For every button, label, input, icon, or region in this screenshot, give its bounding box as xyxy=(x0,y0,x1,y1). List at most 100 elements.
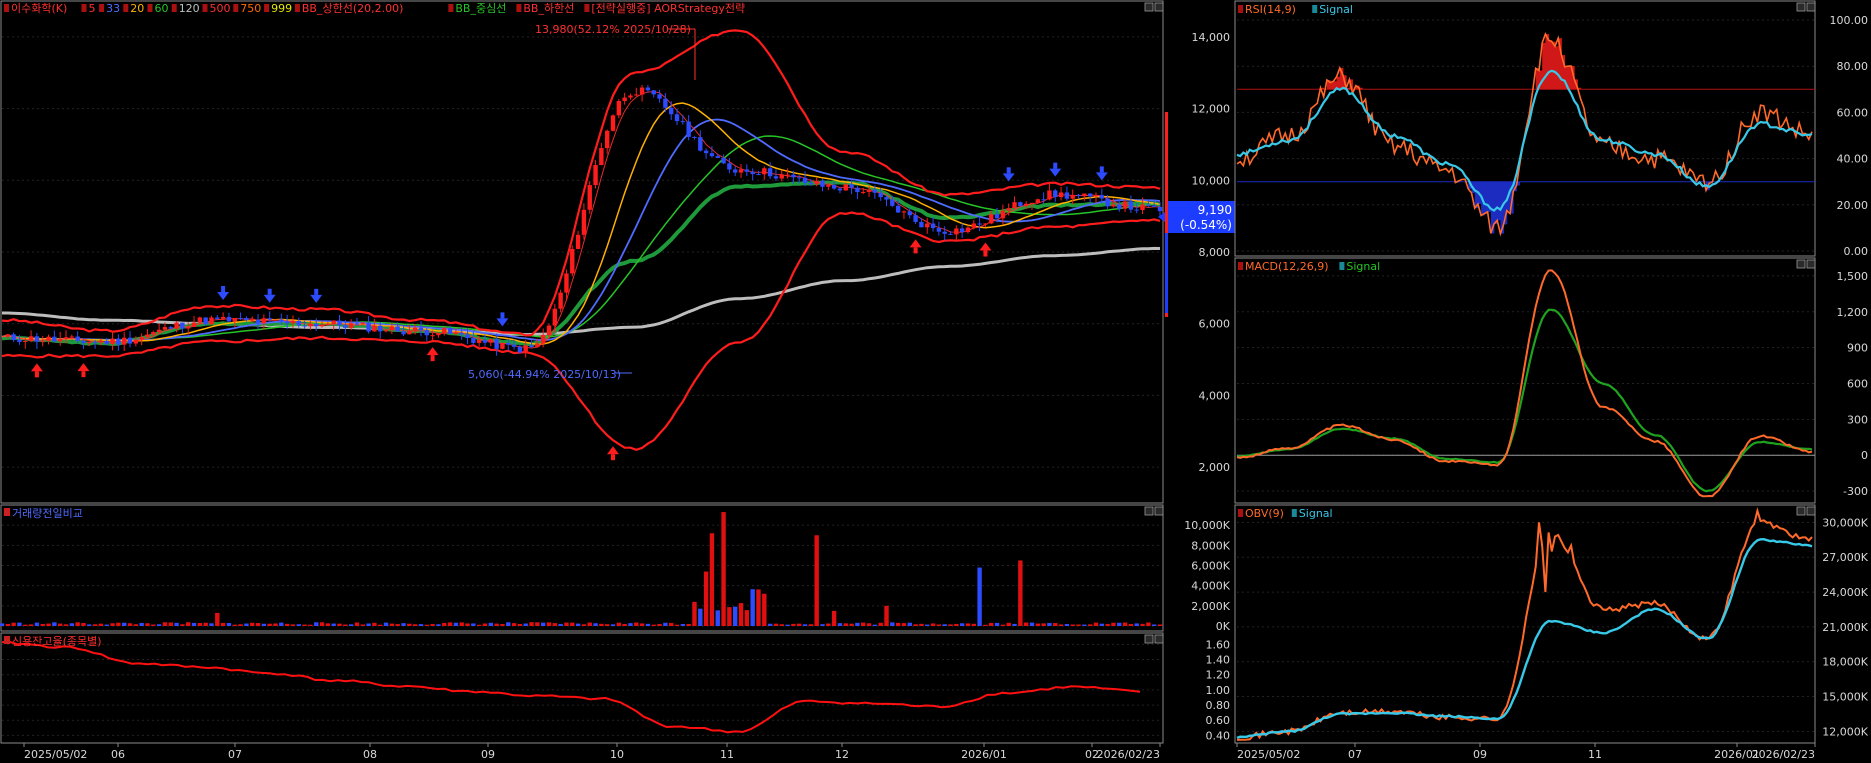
candle-body xyxy=(948,233,953,235)
candle-body xyxy=(750,171,755,175)
x-tick-label: 2026/02/23 xyxy=(1752,748,1815,761)
candle-body xyxy=(930,223,936,229)
volume-pane[interactable]: 거래량전일비교 xyxy=(0,504,1164,632)
volume-bar xyxy=(337,623,342,626)
volume-bar xyxy=(971,623,976,626)
volume-bar xyxy=(279,622,284,626)
candle-body xyxy=(81,340,86,344)
rsi-overbought-fill xyxy=(1542,42,1546,90)
stock-chart-canvas[interactable]: 13,980(52.12% 2025/10/28) 5,060(-44.94% … xyxy=(0,0,1871,763)
price-pane[interactable]: 13,980(52.12% 2025/10/28) 5,060(-44.94% … xyxy=(0,0,1164,504)
y-tick-label: 60.00 xyxy=(1837,106,1869,119)
rsi-legend: RSI(14,9) Signal xyxy=(1238,3,1353,16)
legend-item: BB_하한선 xyxy=(523,1,574,15)
volume-bar xyxy=(814,535,819,626)
candle-body xyxy=(139,337,144,340)
credit-legend: 신용잔고율(종목별) xyxy=(4,635,102,648)
candle-body xyxy=(890,199,895,206)
candle-body xyxy=(1146,204,1151,206)
volume-bar xyxy=(1035,623,1040,626)
candle-body xyxy=(308,323,313,327)
y-tick-label: 0 xyxy=(1861,449,1868,462)
volume-bar xyxy=(191,622,197,626)
legend-item: OBV(9) xyxy=(1245,507,1284,520)
volume-bar xyxy=(436,624,441,626)
candle-body xyxy=(418,327,424,331)
candle-body xyxy=(855,187,860,193)
volume-bar xyxy=(75,622,80,626)
candle-body xyxy=(901,211,907,213)
candle-body xyxy=(733,169,738,173)
y-tick-label: 1.20 xyxy=(1206,669,1231,682)
y-tick-label: 300 xyxy=(1847,413,1868,426)
volume-bar xyxy=(849,623,854,626)
credit-y-axis: 1.60 1.40 1.20 1.00 0.80 0.60 0.40 xyxy=(1206,638,1231,742)
volume-bar xyxy=(767,623,773,626)
legend-item: 750 xyxy=(240,2,261,15)
y-tick-label: 8,000 xyxy=(1199,246,1231,259)
obv-pane[interactable]: OBV(9) Signal xyxy=(1234,504,1816,744)
volume-bar xyxy=(733,606,738,626)
volume-bar xyxy=(116,622,121,626)
buy-arrow-stem xyxy=(983,250,988,257)
buy-arrow-stem xyxy=(611,454,616,461)
credit-pane[interactable]: 신용잔고율(종목별) xyxy=(0,632,1164,744)
candle-body xyxy=(709,153,715,157)
volume-bar xyxy=(104,624,109,626)
candle-body xyxy=(820,180,825,187)
volume-bar xyxy=(331,623,336,626)
candle-body xyxy=(116,338,121,345)
candle-body xyxy=(284,321,290,324)
volume-bar xyxy=(1006,622,1011,626)
macd-pane[interactable]: MACD(12,26,9) Signal xyxy=(1234,257,1816,504)
candle-body xyxy=(52,336,57,342)
legend-swatch xyxy=(1291,509,1297,517)
volume-y-axis: 10,000K 8,000K 6,000K 4,000K 2,000K 0K xyxy=(1184,519,1230,633)
candle-body xyxy=(482,339,488,343)
legend-swatch xyxy=(233,4,239,12)
candle-body xyxy=(436,333,441,336)
buy-arrow-stem xyxy=(913,247,918,254)
y-tick-label: 4,000K xyxy=(1191,580,1230,593)
legend-item: 20 xyxy=(130,2,144,15)
candle-body xyxy=(162,327,168,330)
volume-bar xyxy=(325,623,331,626)
legend-swatch xyxy=(147,4,153,12)
buy-arrow-stem xyxy=(430,355,435,362)
volume-bar xyxy=(692,601,697,626)
volume-bar xyxy=(372,622,377,626)
candle-body xyxy=(703,150,709,154)
rsi-pane[interactable]: RSI(14,9) Signal xyxy=(1234,0,1816,257)
x-tick-label: 2026/02/23 xyxy=(1097,748,1160,761)
candle-body xyxy=(802,177,808,183)
candle-body xyxy=(866,189,872,192)
candle-body xyxy=(92,341,98,343)
volume-bar xyxy=(110,623,115,626)
y-tick-label: 1.00 xyxy=(1206,684,1231,697)
x-tick-label: 2025/05/02 xyxy=(24,748,87,761)
candle-body xyxy=(575,234,581,249)
candle-body xyxy=(424,330,429,336)
volume-bar xyxy=(610,624,616,626)
candle-body xyxy=(884,197,889,200)
candle-body xyxy=(273,319,278,321)
candle-body xyxy=(168,327,173,329)
candle-body xyxy=(337,320,342,326)
current-change: (-0.54%) xyxy=(1180,218,1232,232)
rsi-oversold-fill xyxy=(1484,181,1488,214)
y-tick-label: 14,000 xyxy=(1192,31,1231,44)
volume-bar xyxy=(1128,623,1134,626)
volume-bar xyxy=(482,623,488,626)
y-tick-label: 0K xyxy=(1216,620,1231,633)
candle-body xyxy=(494,339,499,349)
volume-bar xyxy=(255,623,261,626)
y-tick-label: 600 xyxy=(1847,377,1868,390)
volume-bar xyxy=(954,623,959,626)
sell-arrow-stem xyxy=(314,288,319,295)
candle-body xyxy=(267,318,272,320)
volume-bar xyxy=(942,624,947,626)
volume-bar xyxy=(1134,623,1139,626)
volume-bar xyxy=(785,624,790,626)
volume-bar xyxy=(1076,624,1081,626)
volume-bar xyxy=(628,623,633,626)
